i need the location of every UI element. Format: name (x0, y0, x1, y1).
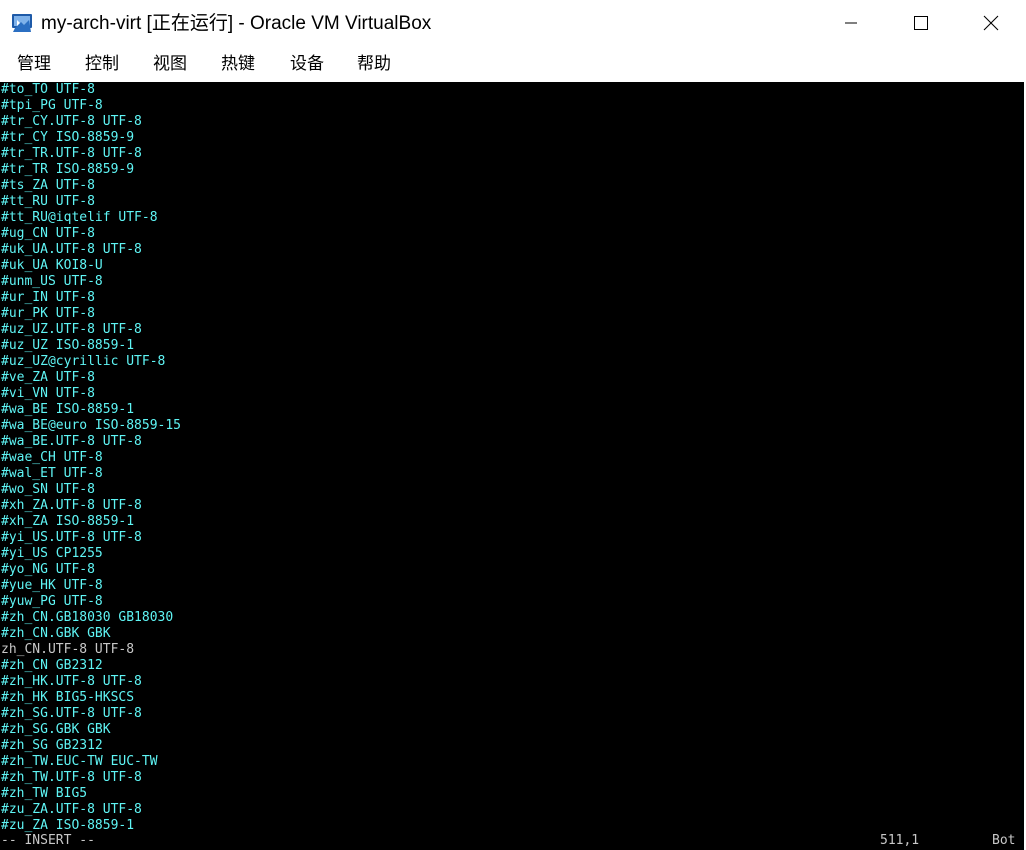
terminal-line: #yi_US.UTF-8 UTF-8 (1, 530, 142, 545)
terminal-line: #zh_CN.GB18030 GB18030 (1, 610, 174, 625)
terminal-line: #unm_US UTF-8 (1, 274, 103, 289)
close-icon (983, 15, 999, 31)
cursor-position: 511,1 (880, 833, 920, 848)
minimize-icon (845, 17, 857, 29)
terminal-line: #wo_SN UTF-8 (1, 482, 95, 497)
title-bar[interactable]: my-arch-virt [正在运行] - Oracle VM VirtualB… (0, 0, 1026, 46)
minimize-button[interactable] (816, 0, 886, 46)
menu-control[interactable]: 控制 (76, 52, 128, 76)
vm-screen[interactable]: #to_TO UTF-8 #tpi_PG UTF-8 #tr_CY.UTF-8 UT… (0, 82, 1024, 850)
scroll-position: Bot (992, 833, 1016, 848)
terminal-line: #yi_US CP1255 (1, 546, 103, 561)
virtualbox-window: my-arch-virt [正在运行] - Oracle VM VirtualB… (0, 0, 1026, 850)
terminal-line: #tr_TR.UTF-8 UTF-8 (1, 146, 142, 161)
terminal-line: #yue_HK UTF-8 (1, 578, 103, 593)
maximize-icon (914, 16, 928, 30)
terminal-line: #yuw_PG UTF-8 (1, 594, 103, 609)
terminal-line: #zh_HK BIG5-HKSCS (1, 690, 135, 705)
terminal-line: #tt_RU@iqtelif UTF-8 (1, 210, 158, 225)
terminal-line: #ts_ZA UTF-8 (1, 178, 95, 193)
terminal-line: #zh_CN.GBK GBK (1, 626, 111, 641)
terminal-line: #zh_SG GB2312 (1, 738, 103, 753)
terminal-line: #tr_CY.UTF-8 UTF-8 (1, 114, 142, 129)
close-button[interactable] (956, 0, 1026, 46)
terminal-line: #tr_CY ISO-8859-9 (1, 130, 135, 145)
terminal-line: zh_CN.UTF-8 UTF-8 (1, 642, 135, 657)
menu-bar: 管理 控制 视图 热键 设备 帮助 (0, 46, 1026, 82)
terminal-line: #tr_TR ISO-8859-9 (1, 162, 135, 177)
terminal-line: #to_TO UTF-8 (1, 82, 95, 97)
terminal-line: #wa_BE@euro ISO-8859-15 (1, 418, 182, 433)
terminal-line: #zh_CN GB2312 (1, 658, 103, 673)
menu-hotkeys[interactable]: 热键 (212, 52, 264, 76)
terminal-line: #xh_ZA ISO-8859-1 (1, 514, 135, 529)
menu-manage[interactable]: 管理 (8, 52, 60, 76)
terminal-line: #ug_CN UTF-8 (1, 226, 95, 241)
terminal-line: #tpi_PG UTF-8 (1, 98, 103, 113)
terminal-line: #uk_UA KOI8-U (1, 258, 103, 273)
terminal-line: #zh_SG.GBK GBK (1, 722, 111, 737)
terminal-line: #zu_ZA ISO-8859-1 (1, 818, 135, 833)
terminal-line: #tt_RU UTF-8 (1, 194, 95, 209)
virtualbox-icon (11, 12, 33, 34)
terminal-line: #zh_TW.EUC-TW EUC-TW (1, 754, 158, 769)
menu-help[interactable]: 帮助 (348, 52, 400, 76)
terminal-line: #uz_UZ.UTF-8 UTF-8 (1, 322, 142, 337)
vim-status-line: -- INSERT -- 511,1 Bot (0, 833, 1024, 849)
terminal-line: #zu_ZA.UTF-8 UTF-8 (1, 802, 142, 817)
terminal-line: #zh_TW.UTF-8 UTF-8 (1, 770, 142, 785)
terminal-line: #zh_HK.UTF-8 UTF-8 (1, 674, 142, 689)
terminal-line: #wae_CH UTF-8 (1, 450, 103, 465)
maximize-button[interactable] (886, 0, 956, 46)
terminal-line: #uk_UA.UTF-8 UTF-8 (1, 242, 142, 257)
terminal-line: #ur_IN UTF-8 (1, 290, 95, 305)
menu-devices[interactable]: 设备 (281, 52, 333, 76)
terminal-line: #xh_ZA.UTF-8 UTF-8 (1, 498, 142, 513)
terminal-line: #uz_UZ ISO-8859-1 (1, 338, 135, 353)
terminal-line: #uz_UZ@cyrillic UTF-8 (1, 354, 166, 369)
editor-buffer: #to_TO UTF-8 #tpi_PG UTF-8 #tr_CY.UTF-8 UT… (1, 82, 181, 834)
vim-mode-indicator: -- INSERT -- (1, 833, 95, 848)
terminal-line: #wa_BE.UTF-8 UTF-8 (1, 434, 142, 449)
terminal-line: #ur_PK UTF-8 (1, 306, 95, 321)
terminal-line: #zh_SG.UTF-8 UTF-8 (1, 706, 142, 721)
terminal-line: #wa_BE ISO-8859-1 (1, 402, 135, 417)
terminal-line: #vi_VN UTF-8 (1, 386, 95, 401)
menu-view[interactable]: 视图 (144, 52, 196, 76)
terminal-line: #yo_NG UTF-8 (1, 562, 95, 577)
terminal-line: #wal_ET UTF-8 (1, 466, 103, 481)
window-title: my-arch-virt [正在运行] - Oracle VM VirtualB… (41, 13, 432, 34)
terminal-line: #ve_ZA UTF-8 (1, 370, 95, 385)
terminal-line: #zh_TW BIG5 (1, 786, 88, 801)
